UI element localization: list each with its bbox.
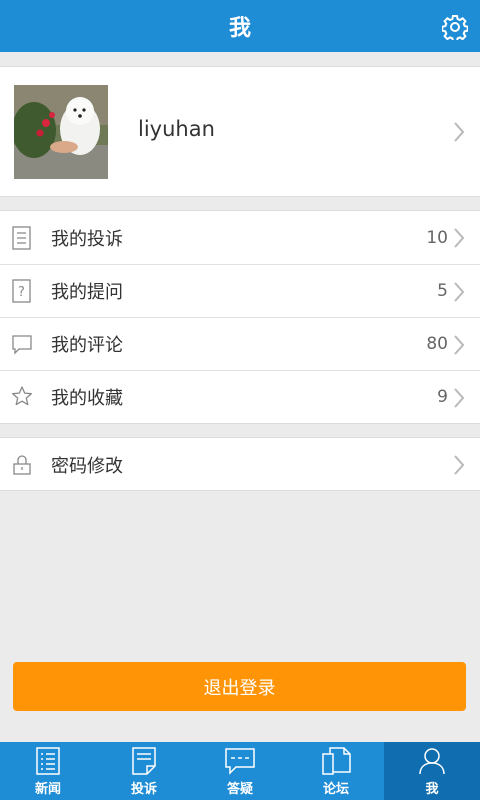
menu-item-label: 我的评论	[51, 335, 123, 356]
tab-complaint[interactable]: 投诉	[96, 742, 192, 800]
bottom-tab-bar: 新闻 投诉 答疑 论坛 我	[0, 742, 480, 800]
menu-item-comments[interactable]: 我的评论 80	[0, 317, 480, 370]
chevron-right-icon	[454, 388, 465, 408]
comment-icon	[12, 335, 32, 355]
logout-button[interactable]: 退出登录	[13, 662, 466, 711]
news-icon	[36, 747, 60, 775]
complaint-icon	[132, 747, 156, 775]
page-title: 我	[228, 16, 251, 41]
menu-item-label: 我的提问	[51, 282, 123, 303]
forum-icon	[322, 747, 351, 775]
tab-news[interactable]: 新闻	[0, 742, 96, 800]
user-icon	[419, 748, 445, 775]
menu-item-label: 我的收藏	[51, 388, 123, 409]
menu-list: 我的投诉 10 ? 我的提问 5 我的评论 80 我的收藏 9	[0, 210, 480, 424]
gear-icon	[441, 15, 469, 43]
chevron-right-icon	[454, 282, 465, 302]
menu-item-complaints[interactable]: 我的投诉 10	[0, 211, 480, 264]
question-icon: ?	[12, 279, 31, 303]
menu-item-count: 10	[426, 227, 448, 248]
lock-icon	[13, 454, 31, 475]
menu-item-label: 我的投诉	[51, 228, 123, 250]
chevron-right-icon	[454, 455, 465, 475]
tab-label: 论坛	[322, 782, 349, 797]
change-password-item[interactable]: 密码修改	[0, 438, 480, 491]
document-icon	[12, 225, 31, 250]
chevron-right-icon	[454, 122, 465, 142]
security-list: 密码修改	[0, 437, 480, 491]
chevron-right-icon	[454, 335, 465, 355]
menu-item-count: 5	[437, 281, 448, 301]
tab-label: 答疑	[226, 782, 253, 797]
avatar	[14, 85, 108, 179]
tab-qa[interactable]: 答疑	[192, 742, 288, 800]
menu-item-count: 80	[426, 334, 448, 354]
chevron-right-icon	[454, 228, 465, 248]
username: liyuhan	[138, 117, 215, 141]
tab-label: 新闻	[34, 782, 61, 797]
menu-item-label: 密码修改	[51, 455, 123, 477]
top-bar: 我	[0, 0, 480, 52]
menu-item-questions[interactable]: ? 我的提问 5	[0, 264, 480, 317]
qa-icon	[225, 748, 255, 775]
tab-label: 我	[425, 782, 439, 797]
profile-card[interactable]: liyuhan	[0, 66, 480, 197]
star-icon	[12, 386, 32, 406]
svg-text:?: ?	[18, 285, 25, 300]
settings-button[interactable]	[441, 14, 469, 43]
menu-item-favorites[interactable]: 我的收藏 9	[0, 370, 480, 423]
tab-me[interactable]: 我	[384, 742, 480, 800]
menu-item-count: 9	[437, 387, 448, 407]
tab-label: 投诉	[130, 782, 157, 797]
tab-forum[interactable]: 论坛	[288, 742, 384, 800]
